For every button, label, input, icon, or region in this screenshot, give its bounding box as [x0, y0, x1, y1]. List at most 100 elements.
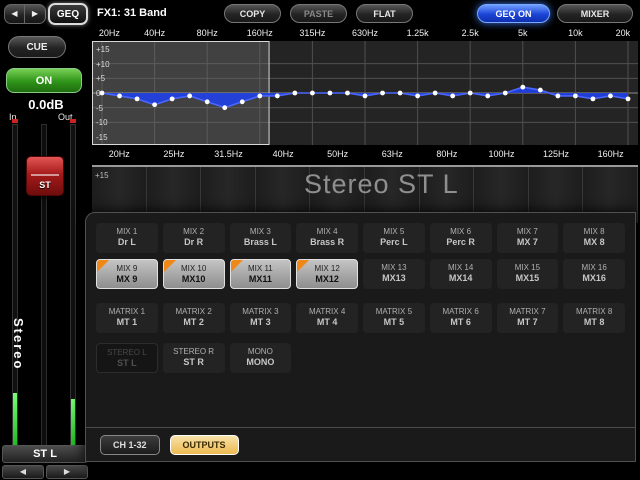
channel-select-dr-l[interactable]: MIX 1Dr L — [96, 223, 158, 253]
eq-curve — [92, 41, 638, 145]
channel-select-name: MATRIX 1 — [96, 307, 158, 316]
eq-band-handle[interactable] — [468, 91, 473, 96]
channel-select-mx16[interactable]: MIX 16MX16 — [563, 259, 625, 289]
eq-band-handle[interactable] — [520, 85, 525, 90]
eq-band-handle[interactable] — [292, 91, 297, 96]
channel-select-mx-9[interactable]: MIX 9MX 9 — [96, 259, 158, 289]
eq-band-handle[interactable] — [415, 94, 420, 99]
prev-arrow-button[interactable]: ◀ — [4, 4, 25, 24]
channel-select-shortname: MX16 — [563, 273, 625, 283]
eq-band-handle[interactable] — [222, 105, 227, 110]
channel-select-mx12[interactable]: MIX 12MX12 — [296, 259, 358, 289]
channel-select-shortname: MX 8 — [563, 237, 625, 247]
eq-band-handle[interactable] — [187, 94, 192, 99]
eq-band-handle[interactable] — [485, 94, 490, 99]
eq-band-handle[interactable] — [626, 96, 631, 101]
geq-band-freq-label: 31.5Hz — [201, 149, 256, 162]
channel-select-shortname: MT 6 — [430, 317, 492, 327]
channel-select-row: STEREO LST LSTEREO RST RMONOMONO — [96, 343, 625, 373]
channel-select-dr-r[interactable]: MIX 2Dr R — [163, 223, 225, 253]
eq-band-handle[interactable] — [380, 91, 385, 96]
eq-band-handle[interactable] — [257, 94, 262, 99]
channel-select-mt-8[interactable]: MATRIX 8MT 8 — [563, 303, 625, 333]
eq-plot-area[interactable]: +15+10+50-5-10-15 — [92, 41, 638, 145]
channel-select-shortname: MT 8 — [563, 317, 625, 327]
eq-band-handle[interactable] — [345, 91, 350, 96]
channel-select-mt-4[interactable]: MATRIX 4MT 4 — [296, 303, 358, 333]
channel-select-mt-6[interactable]: MATRIX 6MT 6 — [430, 303, 492, 333]
eq-band-handle[interactable] — [591, 96, 596, 101]
channel-select-mx11[interactable]: MIX 11MX11 — [230, 259, 292, 289]
channel-on-button[interactable]: ON — [6, 68, 82, 93]
channel-select-shortname: ST L — [97, 358, 157, 368]
channel-select-shortname: Dr R — [163, 237, 225, 247]
eq-band-handle[interactable] — [170, 96, 175, 101]
eq-band-handle[interactable] — [117, 94, 122, 99]
copy-button[interactable]: COPY — [224, 4, 281, 23]
channel-select-name: MIX 5 — [363, 227, 425, 236]
tab-ch-1-32[interactable]: CH 1-32 — [100, 435, 160, 455]
eq-band-handle[interactable] — [573, 94, 578, 99]
flat-button[interactable]: FLAT — [356, 4, 413, 23]
eq-band-handle[interactable] — [555, 94, 560, 99]
channel-select-mt-2[interactable]: MATRIX 2MT 2 — [163, 303, 225, 333]
channel-select-mx-7[interactable]: MIX 7MX 7 — [497, 223, 559, 253]
channel-select-name: MIX 3 — [230, 227, 292, 236]
eq-band-handle[interactable] — [503, 91, 508, 96]
geq-on-button[interactable]: GEQ ON — [477, 4, 550, 23]
channel-select-mx10[interactable]: MIX 10MX10 — [163, 259, 225, 289]
eq-band-handle[interactable] — [240, 99, 245, 104]
next-channel-button[interactable]: ▶ — [46, 465, 88, 479]
eq-band-handle[interactable] — [433, 91, 438, 96]
cue-button[interactable]: CUE — [8, 36, 66, 58]
tab-outputs[interactable]: OUTPUTS — [170, 435, 239, 455]
paste-button[interactable]: PASTE — [290, 4, 347, 23]
channel-select-mx14[interactable]: MIX 14MX14 — [430, 259, 492, 289]
channel-select-mx15[interactable]: MIX 15MX15 — [497, 259, 559, 289]
eq-band-handle[interactable] — [450, 94, 455, 99]
eq-freq-label: 80Hz — [197, 28, 218, 38]
eq-db-label: -10 — [96, 118, 108, 127]
channel-select-mx-8[interactable]: MIX 8MX 8 — [563, 223, 625, 253]
channel-select-shortname: Perc R — [430, 237, 492, 247]
eq-band-handle[interactable] — [398, 91, 403, 96]
eq-band-handle[interactable] — [608, 94, 613, 99]
channel-select-shortname: MT 4 — [296, 317, 358, 327]
channel-fader[interactable]: ST — [26, 156, 64, 196]
channel-select-brass-l[interactable]: MIX 3Brass L — [230, 223, 292, 253]
eq-band-handle[interactable] — [135, 96, 140, 101]
channel-select-name: MATRIX 8 — [563, 307, 625, 316]
eq-band-handle[interactable] — [310, 91, 315, 96]
eq-band-handle[interactable] — [538, 88, 543, 93]
geq-band-freq-label: 160Hz — [583, 149, 638, 162]
next-arrow-button[interactable]: ▶ — [25, 4, 46, 24]
mixer-button[interactable]: MIXER — [557, 4, 633, 23]
page-title: FX1: 31 Band — [97, 7, 167, 19]
channel-select-perc-l[interactable]: MIX 5Perc L — [363, 223, 425, 253]
channel-select-mt-1[interactable]: MATRIX 1MT 1 — [96, 303, 158, 333]
channel-select-shortname: MX11 — [231, 274, 291, 284]
channel-select-brass-r[interactable]: MIX 4Brass R — [296, 223, 358, 253]
channel-select-perc-r[interactable]: MIX 6Perc R — [430, 223, 492, 253]
channel-select-mt-3[interactable]: MATRIX 3MT 3 — [230, 303, 292, 333]
channel-select-st-r[interactable]: STEREO RST R — [163, 343, 225, 373]
channel-nav: ◀ ▶ — [4, 4, 46, 24]
geq-view-button[interactable]: GEQ — [48, 3, 88, 25]
channel-select-name: MIX 14 — [430, 263, 492, 272]
channel-select-mono[interactable]: MONOMONO — [230, 343, 292, 373]
eq-band-handle[interactable] — [328, 91, 333, 96]
channel-select-shortname: MX10 — [164, 274, 224, 284]
eq-band-handle[interactable] — [275, 94, 280, 99]
channel-select-mx13[interactable]: MIX 13MX13 — [363, 259, 425, 289]
channel-select-shortname: MT 1 — [96, 317, 158, 327]
prev-channel-button[interactable]: ◀ — [2, 465, 44, 479]
eq-band-handle[interactable] — [363, 94, 368, 99]
eq-band-handle[interactable] — [152, 102, 157, 107]
eq-band-handle[interactable] — [205, 99, 210, 104]
channel-select-st-l[interactable]: STEREO LST L — [96, 343, 158, 373]
channel-select-mt-7[interactable]: MATRIX 7MT 7 — [497, 303, 559, 333]
channel-select-name: MIX 7 — [497, 227, 559, 236]
channel-select-name: MIX 1 — [96, 227, 158, 236]
geq-band-freq-label: 63Hz — [365, 149, 420, 162]
channel-select-mt-5[interactable]: MATRIX 5MT 5 — [363, 303, 425, 333]
